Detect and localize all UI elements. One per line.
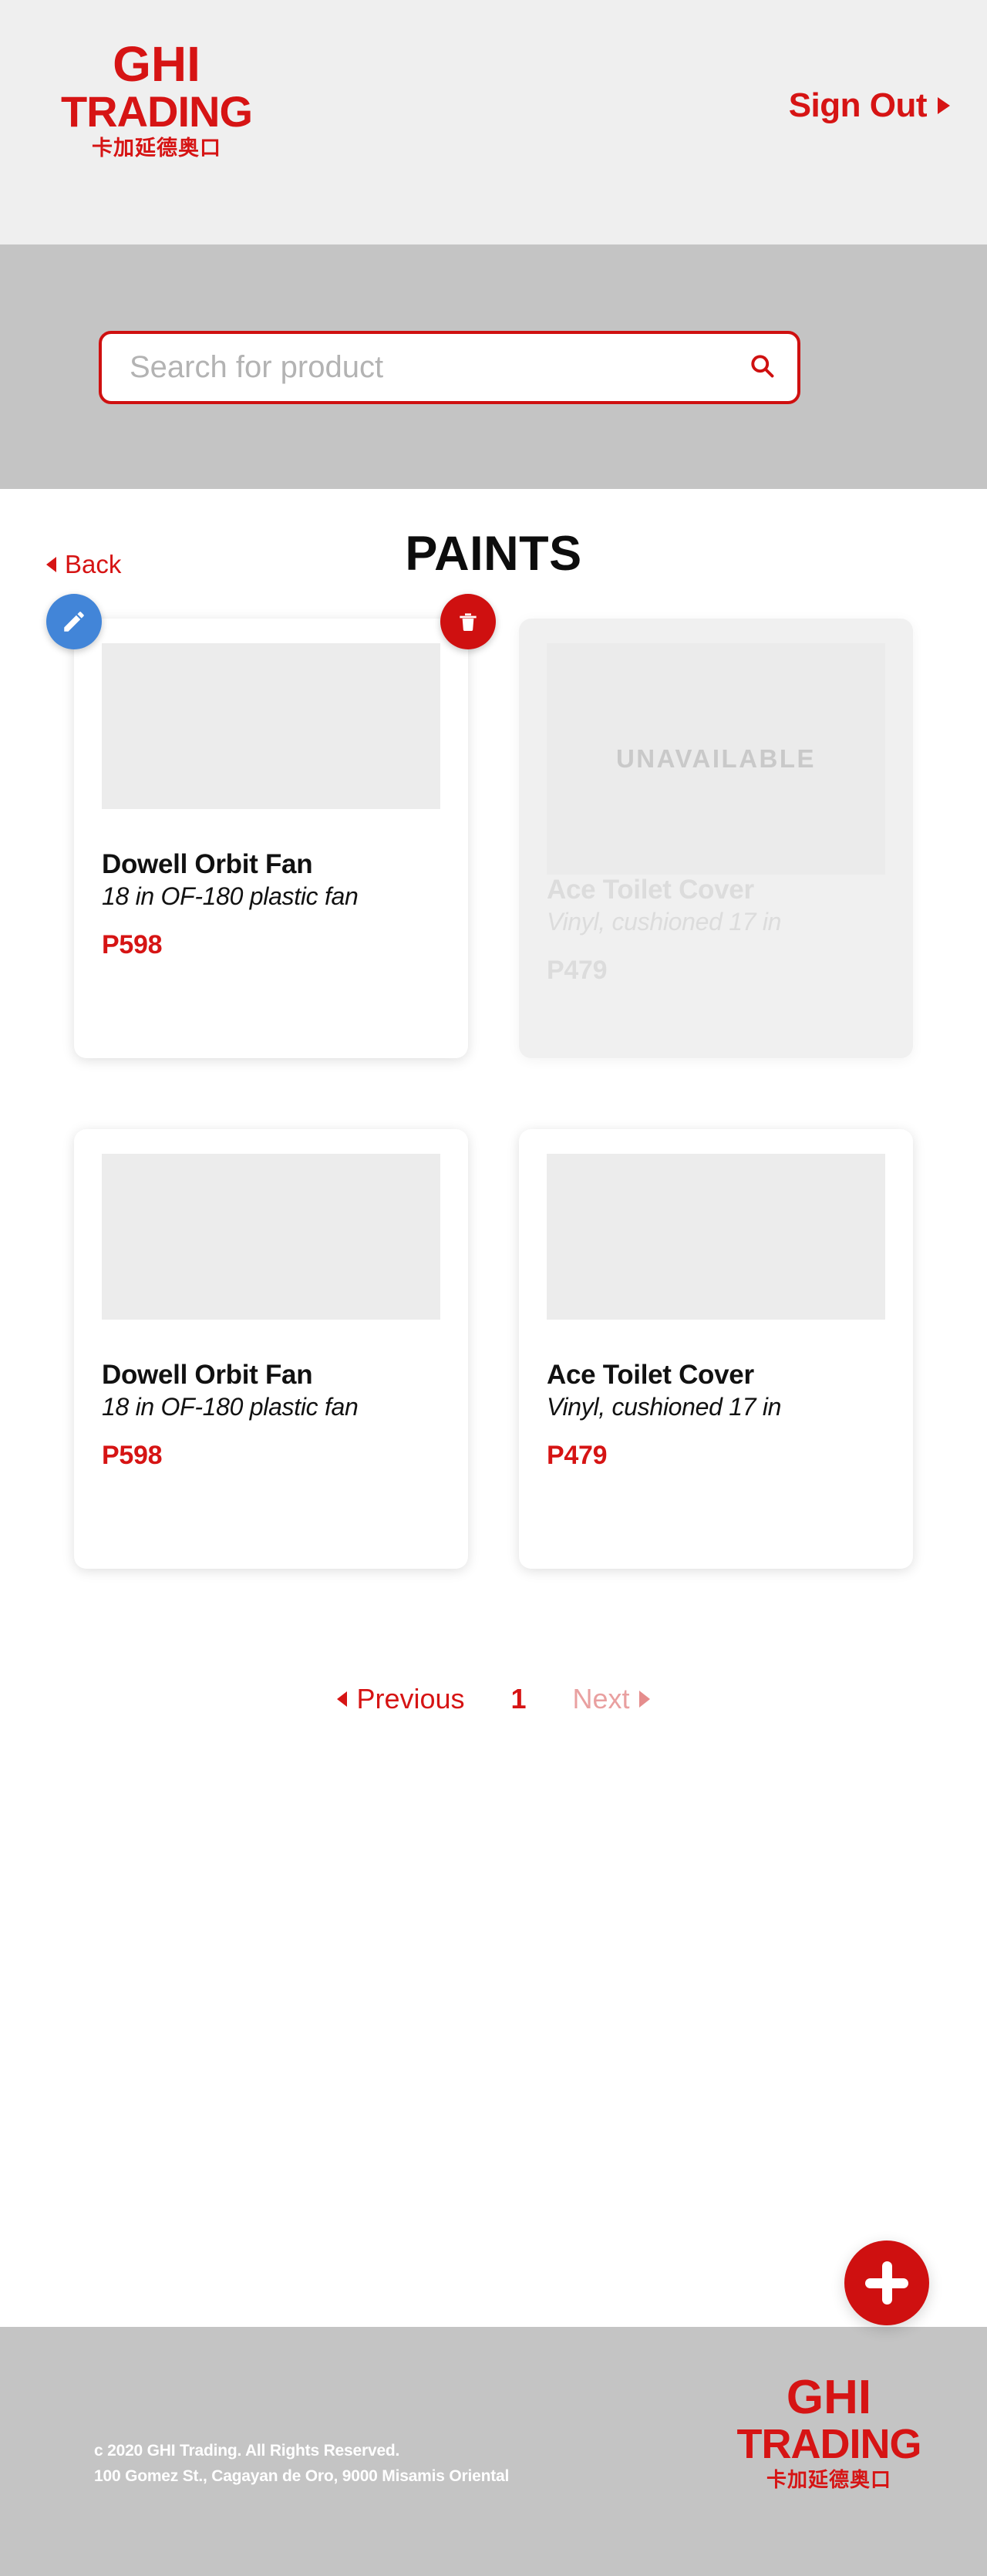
footer-brand-line-2: TRADING xyxy=(736,2420,922,2467)
product-card-wrapper: Dowell Orbit Fan 18 in OF-180 plastic fa… xyxy=(74,1129,468,1569)
product-card[interactable]: Ace Toilet Cover Vinyl, cushioned 17 in … xyxy=(519,1129,913,1569)
product-card[interactable]: Dowell Orbit Fan 18 in OF-180 plastic fa… xyxy=(74,619,468,1058)
app-root: GHI TRADING 卡加延德奥口 Sign Out Back PAINTS xyxy=(0,0,987,2576)
product-card-unavailable[interactable]: UNAVAILABLE Ace Toilet Cover Vinyl, cush… xyxy=(519,619,913,1058)
plus-icon-vertical xyxy=(881,2261,892,2305)
brand-logo[interactable]: GHI TRADING 卡加延德奥口 xyxy=(37,36,276,160)
sign-out-label: Sign Out xyxy=(788,86,928,124)
chevron-left-icon xyxy=(337,1691,348,1707)
product-card-wrapper: UNAVAILABLE Ace Toilet Cover Vinyl, cush… xyxy=(519,619,913,1058)
product-description: Vinyl, cushioned 17 in xyxy=(547,908,782,936)
product-card[interactable]: Dowell Orbit Fan 18 in OF-180 plastic fa… xyxy=(74,1129,468,1569)
delete-product-button[interactable] xyxy=(440,594,496,649)
footer-bar: c 2020 GHI Trading. All Rights Reserved.… xyxy=(0,2327,987,2576)
product-card-wrapper: Dowell Orbit Fan 18 in OF-180 plastic fa… xyxy=(46,594,496,1058)
brand-line-1: GHI xyxy=(113,36,200,92)
search-input[interactable] xyxy=(130,350,740,385)
edit-product-button[interactable] xyxy=(46,594,102,649)
product-price: P479 xyxy=(547,955,608,985)
chevron-right-icon xyxy=(638,1691,650,1708)
product-image-placeholder: UNAVAILABLE xyxy=(547,643,885,875)
brand-chinese: 卡加延德奥口 xyxy=(92,136,221,160)
product-image-placeholder xyxy=(102,643,440,809)
product-price: P479 xyxy=(547,1440,608,1470)
product-title: Ace Toilet Cover xyxy=(547,875,754,905)
pagination-previous-label: Previous xyxy=(356,1683,465,1715)
product-description: 18 in OF-180 plastic fan xyxy=(102,882,359,911)
pagination-page-1[interactable]: 1 xyxy=(511,1683,527,1715)
footer-brand-line-1: GHI xyxy=(786,2371,872,2424)
search-icon[interactable] xyxy=(748,352,776,383)
product-price: P598 xyxy=(102,1440,163,1470)
footer-brand-chinese: 卡加延德奥口 xyxy=(766,2467,891,2491)
product-image-placeholder xyxy=(547,1154,885,1320)
footer-info: c 2020 GHI Trading. All Rights Reserved.… xyxy=(94,2439,509,2489)
footer-copyright: c 2020 GHI Trading. All Rights Reserved. xyxy=(94,2442,400,2460)
product-grid: Dowell Orbit Fan 18 in OF-180 plastic fa… xyxy=(0,594,987,1569)
product-card-wrapper: Ace Toilet Cover Vinyl, cushioned 17 in … xyxy=(519,1129,913,1569)
product-price: P598 xyxy=(102,929,163,959)
unavailable-badge: UNAVAILABLE xyxy=(615,744,817,773)
product-title: Ace Toilet Cover xyxy=(547,1360,754,1390)
search-bar-band xyxy=(0,244,987,489)
product-description: 18 in OF-180 plastic fan xyxy=(102,1393,359,1421)
product-title: Dowell Orbit Fan xyxy=(102,849,313,879)
pagination-next-label: Next xyxy=(572,1683,630,1715)
product-title: Dowell Orbit Fan xyxy=(102,1360,313,1390)
sign-out-button[interactable]: Sign Out xyxy=(789,86,950,125)
brand-line-2: TRADING xyxy=(60,86,253,136)
pagination-previous[interactable]: Previous xyxy=(337,1683,465,1715)
chevron-right-icon xyxy=(938,97,950,114)
search-box[interactable] xyxy=(99,331,800,404)
pagination: Previous 1 Next xyxy=(0,1683,987,1715)
footer-brand-logo[interactable]: GHI TRADING 卡加延德奥口 xyxy=(717,2371,941,2491)
trash-icon xyxy=(460,613,477,631)
pagination-next[interactable]: Next xyxy=(573,1683,650,1715)
header-bar: GHI TRADING 卡加延德奥口 Sign Out xyxy=(0,0,987,244)
add-product-button[interactable] xyxy=(844,2241,929,2325)
product-description: Vinyl, cushioned 17 in xyxy=(547,1393,782,1421)
page-title: PAINTS xyxy=(405,527,582,581)
product-image-placeholder xyxy=(102,1154,440,1320)
pencil-icon xyxy=(64,612,84,632)
footer-address: 100 Gomez St., Cagayan de Oro, 9000 Misa… xyxy=(94,2466,510,2485)
